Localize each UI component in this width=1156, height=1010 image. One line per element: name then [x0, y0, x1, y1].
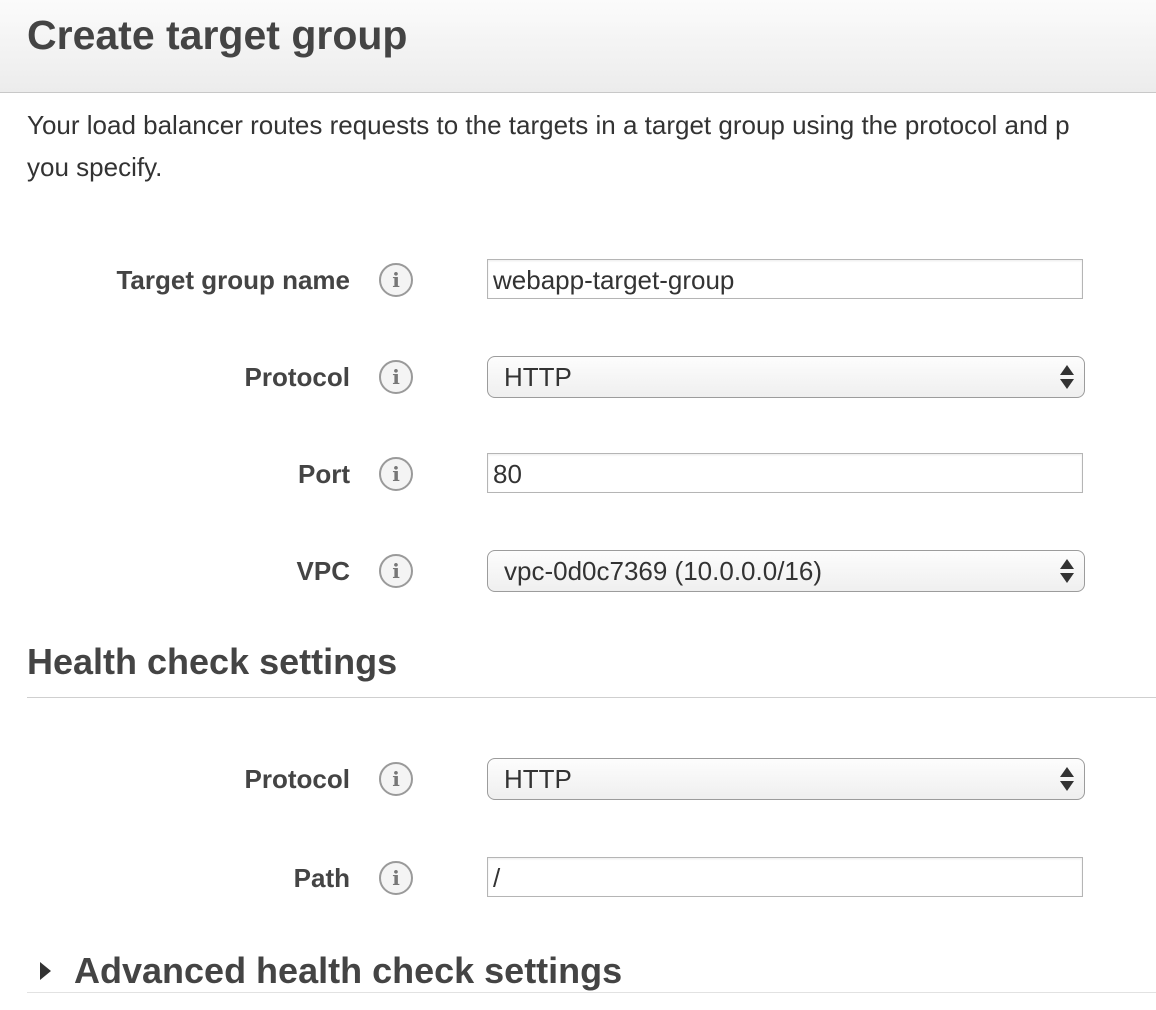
protocol-select-value: HTTP [504, 362, 572, 392]
info-icon[interactable]: i [379, 762, 413, 796]
target-group-name-input[interactable]: webapp-target-group [487, 259, 1083, 299]
target-group-name-label: Target group name [116, 265, 350, 295]
port-input[interactable]: 80 [487, 453, 1083, 493]
health-check-protocol-select-value: HTTP [504, 764, 572, 794]
intro-line-2: you specify. [27, 152, 163, 182]
protocol-row: Protocol i HTTP [0, 356, 1156, 398]
health-check-settings-title: Health check settings [27, 641, 398, 682]
info-icon[interactable]: i [379, 457, 413, 491]
up-down-chevron-icon [1060, 365, 1074, 389]
target-group-name-row: Target group name i webapp-target-group [0, 259, 1156, 301]
vpc-select[interactable]: vpc-0d0c7369 (10.0.0.0/16) [487, 550, 1085, 592]
health-check-protocol-select[interactable]: HTTP [487, 758, 1085, 800]
protocol-label: Protocol [244, 362, 350, 392]
intro-description: Your load balancer routes requests to th… [27, 104, 1156, 188]
health-check-path-label: Path [293, 863, 350, 893]
up-down-chevron-icon [1060, 767, 1074, 791]
info-icon[interactable]: i [379, 360, 413, 394]
intro-line-1: Your load balancer routes requests to th… [27, 110, 1070, 140]
protocol-select[interactable]: HTTP [487, 356, 1085, 398]
vpc-select-value: vpc-0d0c7369 (10.0.0.0/16) [504, 556, 822, 586]
advanced-health-check-settings-toggle[interactable]: Advanced health check settings [74, 950, 622, 992]
info-icon[interactable]: i [379, 861, 413, 895]
port-row: Port i 80 [0, 453, 1156, 495]
page-title: Create target group [27, 12, 408, 58]
info-icon[interactable]: i [379, 554, 413, 588]
health-check-path-row: Path i / [0, 857, 1156, 899]
health-check-protocol-row: Protocol i HTTP [0, 758, 1156, 800]
vpc-row: VPC i vpc-0d0c7369 (10.0.0.0/16) [0, 550, 1156, 592]
section-divider [27, 992, 1156, 993]
vpc-label: VPC [296, 556, 350, 586]
info-icon[interactable]: i [379, 263, 413, 297]
caret-right-icon[interactable] [40, 962, 51, 980]
health-check-protocol-label: Protocol [244, 764, 350, 794]
health-check-path-input[interactable]: / [487, 857, 1083, 897]
page-header: Create target group [0, 0, 1156, 93]
section-divider [27, 697, 1156, 698]
port-label: Port [298, 459, 350, 489]
up-down-chevron-icon [1060, 559, 1074, 583]
